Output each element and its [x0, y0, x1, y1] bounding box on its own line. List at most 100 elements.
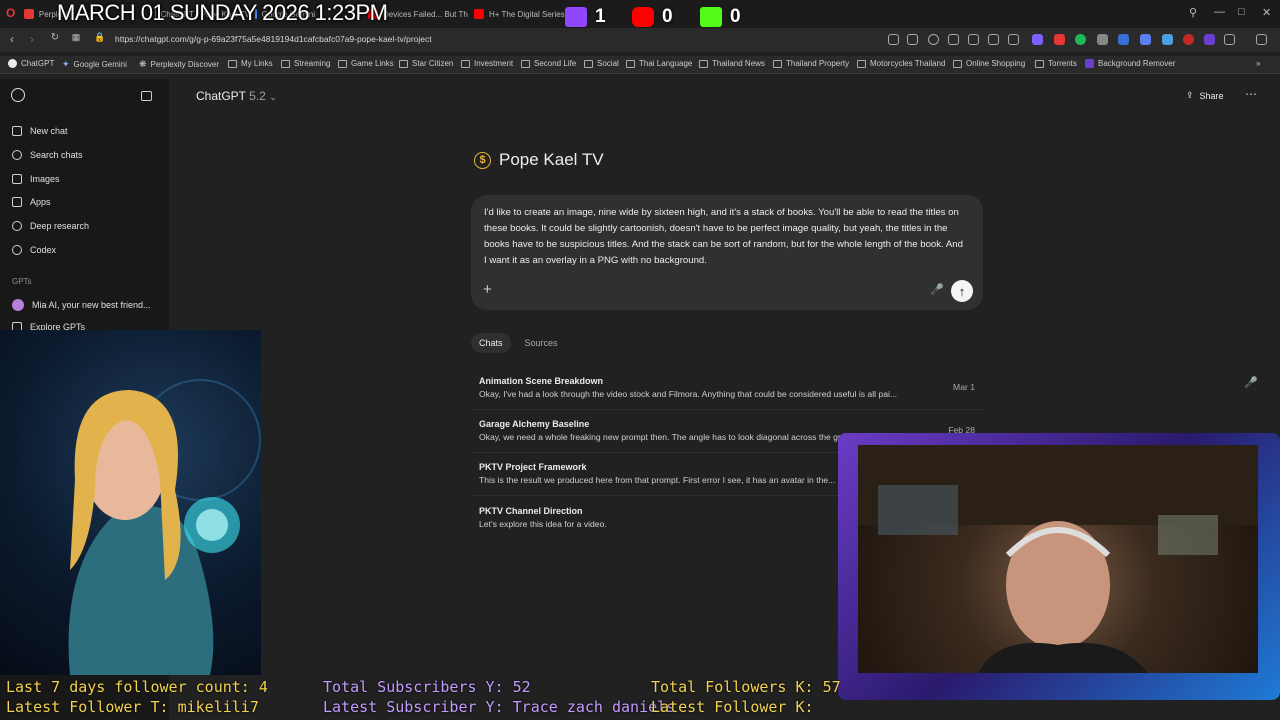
- tab-chats[interactable]: Chats: [471, 333, 511, 353]
- bookmark-label: Online Shopping: [966, 59, 1026, 68]
- reload-icon[interactable]: ↻: [47, 32, 63, 43]
- bookmark-folder[interactable]: Motorcycles Thailand: [857, 59, 945, 68]
- more-options-icon[interactable]: ⋯: [1245, 87, 1257, 101]
- bookmark-label: ChatGPT: [21, 59, 55, 68]
- extension-green-icon[interactable]: [1075, 34, 1086, 45]
- search-tabs-icon[interactable]: ⚲: [1189, 6, 1197, 19]
- heart-icon[interactable]: [948, 34, 959, 45]
- sidebar-item-apps[interactable]: Apps: [12, 197, 51, 207]
- sidebar-toggle-icon[interactable]: [141, 91, 152, 101]
- maximize-icon[interactable]: □: [1238, 6, 1245, 18]
- edit-icon: [12, 126, 22, 136]
- webcam-frame: [838, 433, 1280, 700]
- extension-red-icon[interactable]: [1054, 34, 1065, 45]
- lock-icon[interactable]: 🔒: [92, 32, 108, 43]
- bookmark-folder[interactable]: Second Life: [521, 59, 576, 68]
- bookmark-folder[interactable]: Thai Language: [626, 59, 692, 68]
- latest-follower-twitch: Latest Follower T: mikelili7: [6, 698, 259, 716]
- extension-record-icon[interactable]: [1183, 34, 1194, 45]
- prompt-textarea[interactable]: I'd like to create an image, nine wide b…: [484, 205, 968, 269]
- youtube-icon: [632, 7, 654, 27]
- bookmark-folder[interactable]: Thailand Property: [773, 59, 849, 68]
- voice-mode-icon[interactable]: 🎤: [1244, 376, 1258, 389]
- folder-icon: [857, 59, 866, 68]
- openai-logo-icon[interactable]: [11, 88, 25, 102]
- extension-puzzle-icon[interactable]: [1224, 34, 1235, 45]
- bookmark-label: Torrents: [1048, 59, 1077, 68]
- youtube-count: 0: [662, 6, 673, 27]
- dollar-coin-icon[interactable]: $: [474, 151, 491, 169]
- arrow-up-icon: ↑: [958, 283, 966, 299]
- extension-diamond-icon[interactable]: [1162, 34, 1173, 45]
- extension-icon[interactable]: [888, 34, 899, 45]
- sidebar-gpt-item[interactable]: Mia AI, your new best friend...: [12, 299, 151, 311]
- cube-icon[interactable]: [968, 34, 979, 45]
- bookmark-folder[interactable]: Torrents: [1035, 59, 1077, 68]
- extension-layers-icon[interactable]: [1097, 34, 1108, 45]
- project-title[interactable]: Pope Kael TV: [499, 150, 604, 170]
- tab-grid-icon[interactable]: ▦: [68, 32, 84, 43]
- bookmark-folder[interactable]: Star Citizen: [399, 59, 453, 68]
- opera-logo-icon[interactable]: O: [6, 6, 15, 20]
- url-input[interactable]: https://chatgpt.com/g/g-p-69a23f75a5e481…: [115, 34, 432, 44]
- download-icon[interactable]: [988, 34, 999, 45]
- minimize-icon[interactable]: —: [1214, 6, 1225, 18]
- bookmark-folder[interactable]: Investment: [461, 59, 513, 68]
- bookmark-label: Social: [597, 59, 619, 68]
- bookmark-item[interactable]: ChatGPT: [8, 59, 54, 68]
- bookmark-item[interactable]: ❋ Perplexity Discover: [139, 59, 219, 70]
- folder-icon: [953, 59, 962, 68]
- prompt-composer[interactable]: I'd like to create an image, nine wide b…: [471, 195, 983, 310]
- model-selector[interactable]: ChatGPT 5.2 ⌄: [196, 89, 277, 103]
- sidebar-item-codex[interactable]: Codex: [12, 245, 56, 255]
- add-attachment-icon[interactable]: +: [483, 281, 492, 298]
- twitch-icon: [565, 7, 587, 27]
- folder-icon: [626, 59, 635, 68]
- bookmark-folder[interactable]: Streaming: [281, 59, 330, 68]
- sidebar-item-label: Apps: [30, 197, 51, 207]
- share-button[interactable]: ⇪ Share: [1186, 90, 1224, 101]
- avatar-illustration: [0, 330, 261, 675]
- close-icon[interactable]: ✕: [1262, 6, 1271, 19]
- bookmark-label: Perplexity Discover: [150, 60, 220, 69]
- address-bar-row: ‹ › ↻ ▦ 🔒 https://chatgpt.com/g/g-p-69a2…: [0, 28, 1280, 52]
- sidebar-item-search-chats[interactable]: Search chats: [12, 150, 83, 160]
- extension-purple-icon[interactable]: [1204, 34, 1215, 45]
- bookmark-folder[interactable]: Social: [584, 59, 619, 68]
- send-button[interactable]: ↑: [951, 280, 973, 302]
- bookmarks-bar: ChatGPT ✦ Google Gemini ❋ Perplexity Disco…: [0, 56, 1280, 74]
- background-remover-icon: [1085, 59, 1094, 68]
- extension-blue-icon[interactable]: [1140, 34, 1151, 45]
- folder-icon: [521, 59, 530, 68]
- bookmark-folder[interactable]: Online Shopping: [953, 59, 1025, 68]
- kick-icon: [700, 7, 722, 27]
- sidebar-item-images[interactable]: Images: [12, 174, 60, 184]
- total-subscribers-youtube: Total Subscribers Y: 52: [323, 678, 531, 696]
- project-tabs: Chats Sources: [471, 333, 566, 353]
- chat-list-item[interactable]: Animation Scene Breakdown Okay, I've had…: [471, 370, 983, 410]
- chevron-down-icon: ⌄: [269, 92, 277, 102]
- sidebar-item-deep-research[interactable]: Deep research: [12, 221, 89, 231]
- bookmarks-overflow-icon[interactable]: »: [1256, 59, 1260, 68]
- tab-sources[interactable]: Sources: [517, 333, 566, 353]
- menu-icon[interactable]: [1008, 34, 1019, 45]
- apps-grid-icon[interactable]: [1032, 34, 1043, 45]
- bookmark-item[interactable]: ✦ Google Gemini: [62, 59, 127, 70]
- bookmark-folder[interactable]: My Links: [228, 59, 273, 68]
- microphone-icon[interactable]: 🎤: [930, 283, 944, 296]
- translate-icon[interactable]: [1118, 34, 1129, 45]
- forward-icon[interactable]: ›: [24, 32, 40, 46]
- chat-title: Garage Alchemy Baseline: [479, 419, 590, 429]
- webcam-feed: [858, 445, 1258, 673]
- folder-icon: [338, 59, 347, 68]
- camera-icon[interactable]: [907, 34, 918, 45]
- bookmark-folder[interactable]: Game Links: [338, 59, 394, 68]
- ai-icon[interactable]: [1256, 34, 1267, 45]
- folder-icon: [399, 59, 408, 68]
- chat-title: Animation Scene Breakdown: [479, 376, 604, 386]
- shield-icon[interactable]: [928, 34, 939, 45]
- bookmark-item[interactable]: Background Remover: [1085, 59, 1175, 68]
- sidebar-item-new-chat[interactable]: New chat: [12, 126, 68, 136]
- bookmark-folder[interactable]: Thailand News: [699, 59, 765, 68]
- back-icon[interactable]: ‹: [4, 32, 20, 46]
